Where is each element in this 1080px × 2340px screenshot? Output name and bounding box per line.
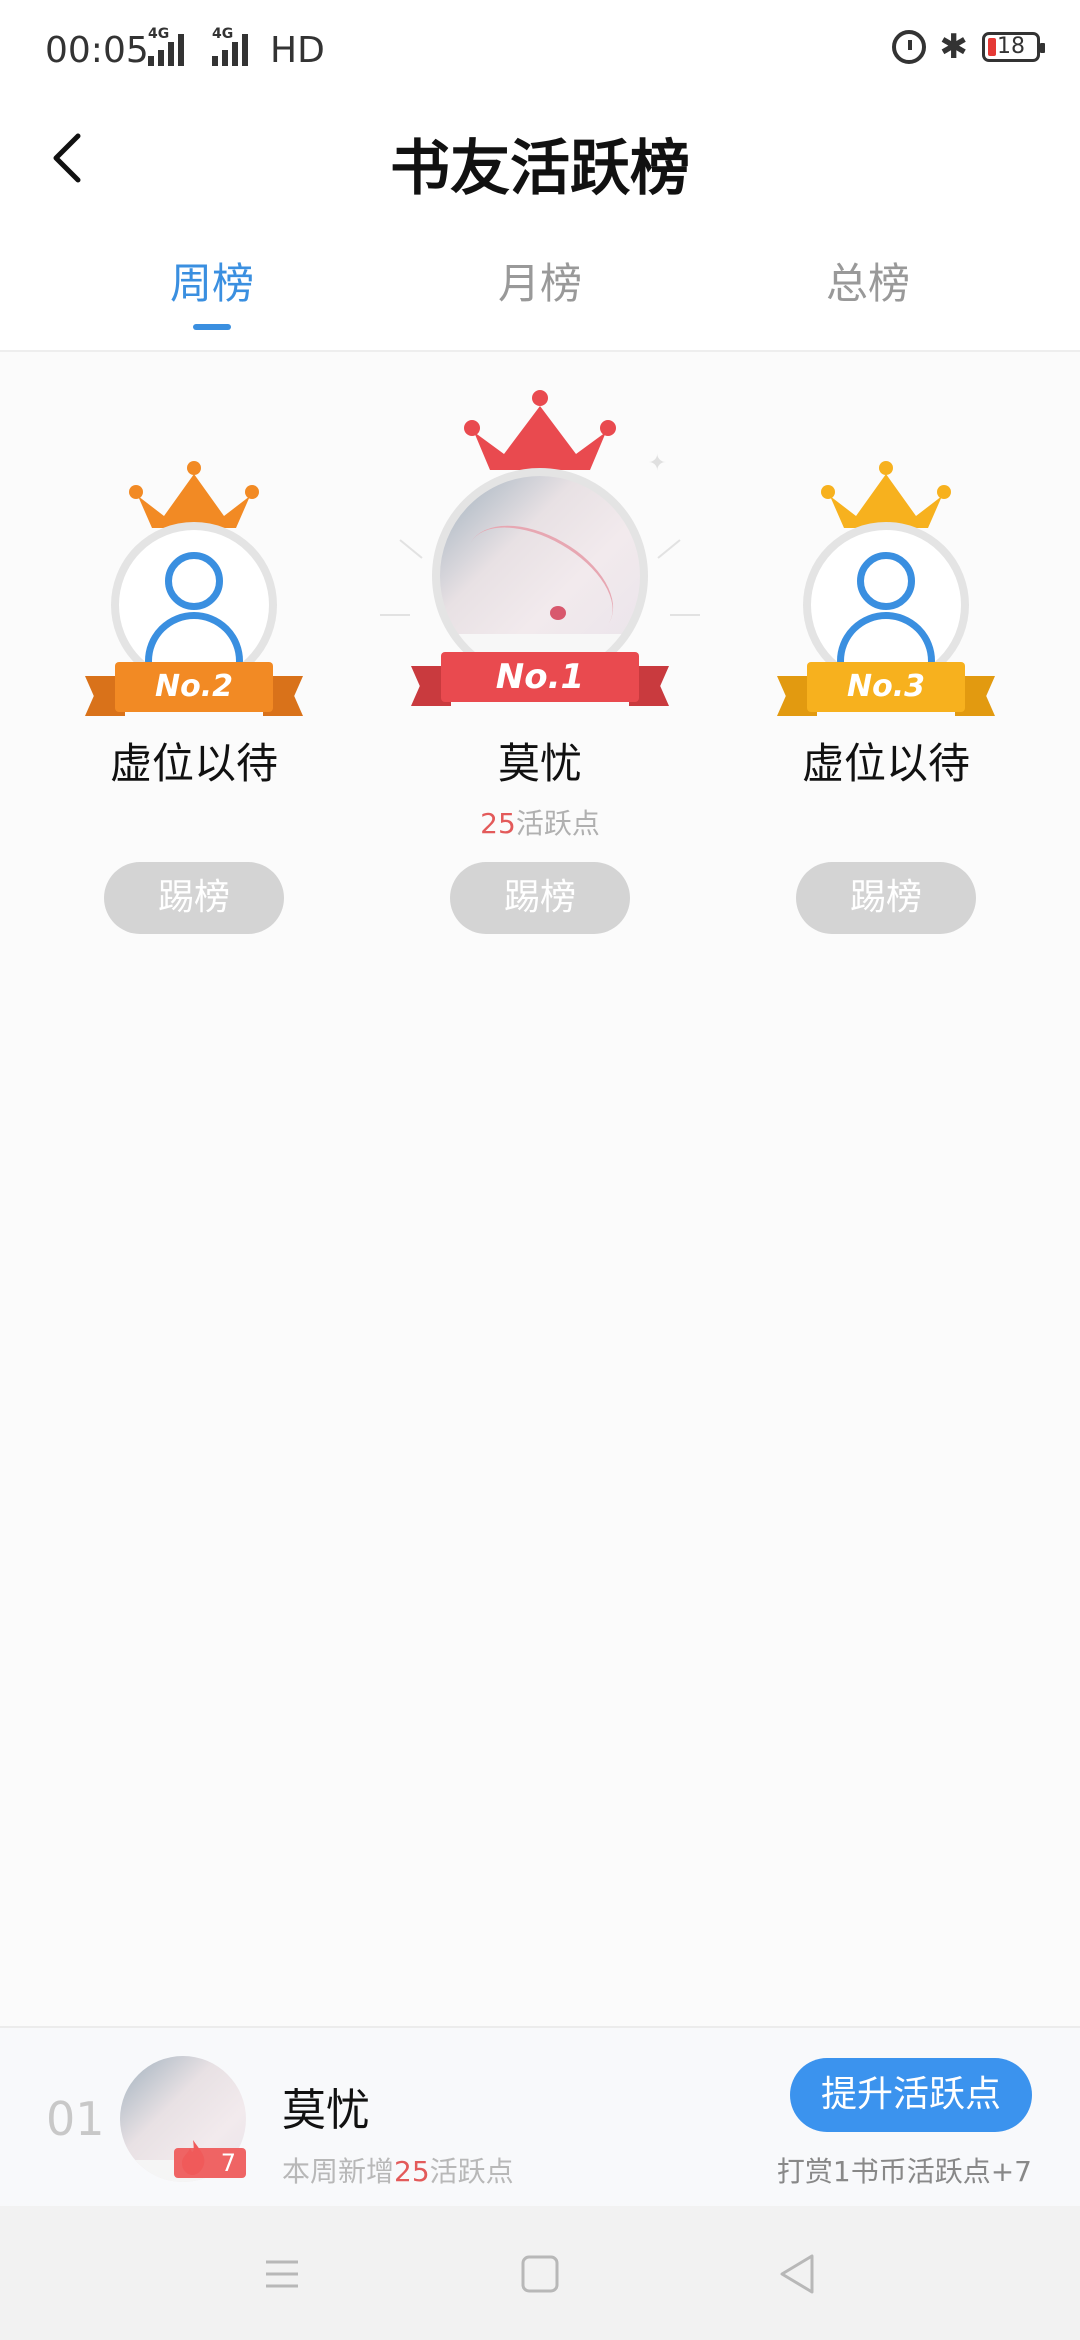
status-time: 00:05 [45, 30, 149, 71]
network-type-2: 4G [212, 26, 234, 42]
fire-badge: 7 [174, 2140, 246, 2178]
signal-icon: 4G [148, 26, 184, 66]
tab-total-label: 总榜 [825, 259, 910, 308]
tab-bar: 周榜 月榜 总榜 [0, 250, 1080, 350]
podium-first: ✦ No.1 莫忧 25活跃点 踢榜 [380, 390, 700, 950]
reward-tip: 打赏1书币活跃点+7 [776, 2155, 1032, 2188]
alarm-icon [891, 30, 926, 64]
rank-label: No.3 [807, 662, 965, 712]
menu-icon[interactable] [252, 2244, 312, 2304]
podium-name: 莫忧 [497, 739, 582, 788]
podium-third: No.3 虚位以待 踢榜 [746, 390, 1026, 950]
home-icon[interactable] [510, 2244, 570, 2304]
my-rank-number: 01 [46, 2092, 105, 2146]
podium-second: No.2 虚位以待 踢榜 [54, 390, 334, 950]
crown-icon [129, 461, 259, 528]
tab-monthly[interactable]: 月榜 [440, 250, 640, 311]
points-value: 25 [480, 807, 516, 840]
boost-activity-button[interactable]: 提升活跃点 [790, 2058, 1032, 2132]
crown-icon [821, 461, 951, 528]
points-unit: 活跃点 [429, 2155, 514, 2188]
rank-label: No.2 [115, 662, 273, 712]
network-indicators: 4G 4G [148, 26, 248, 66]
tab-indicator [193, 324, 231, 330]
rank-ribbon: No.2 [85, 662, 303, 718]
hd-indicator: HD [270, 30, 325, 71]
svg-text:✦: ✦ [648, 451, 666, 476]
status-right: ✱ 18 [891, 27, 1045, 67]
bluetooth-icon: ✱ [939, 27, 969, 67]
podium-points: 25活跃点 [400, 802, 680, 842]
back-triangle-icon[interactable] [768, 2244, 828, 2304]
my-name: 莫忧 [282, 2085, 370, 2136]
status-bar: 00:05 4G 4G HD ✱ 18 [0, 0, 1080, 100]
tab-monthly-label: 月榜 [497, 259, 582, 308]
tab-weekly-label: 周榜 [169, 259, 254, 308]
network-type-1: 4G [148, 26, 170, 42]
header: 书友活跃榜 周榜 月榜 总榜 [0, 100, 1080, 352]
system-nav-bar [0, 2206, 1080, 2340]
tab-total[interactable]: 总榜 [768, 250, 968, 311]
points-unit: 活跃点 [515, 807, 600, 840]
rank-ribbon: No.1 [411, 652, 669, 708]
points-value: 25 [394, 2155, 430, 2188]
rank-ribbon: No.3 [777, 662, 995, 718]
rank-label: No.1 [441, 652, 639, 702]
signal-icon-2: 4G [212, 26, 248, 66]
kick-button[interactable]: 踢榜 [104, 862, 284, 934]
my-rank-bar: 01 7 莫忧 本周新增25活跃点 提升活跃点 打赏1书币活跃点+7 [0, 2026, 1080, 2208]
kick-button[interactable]: 踢榜 [450, 862, 630, 934]
fire-count: 7 [220, 2149, 236, 2177]
fire-icon [182, 2140, 205, 2175]
podium-name: 虚位以待 [801, 739, 970, 788]
points-prefix: 本周新增 [282, 2155, 395, 2188]
battery-icon: 18 [982, 32, 1045, 62]
podium-name: 虚位以待 [109, 739, 278, 788]
battery-level: 18 [997, 34, 1025, 59]
my-points: 本周新增25活跃点 [282, 2150, 514, 2190]
tab-weekly[interactable]: 周榜 [112, 250, 312, 330]
page-title: 书友活跃榜 [390, 134, 690, 204]
crown-icon [464, 390, 616, 470]
kick-button[interactable]: 踢榜 [796, 862, 976, 934]
